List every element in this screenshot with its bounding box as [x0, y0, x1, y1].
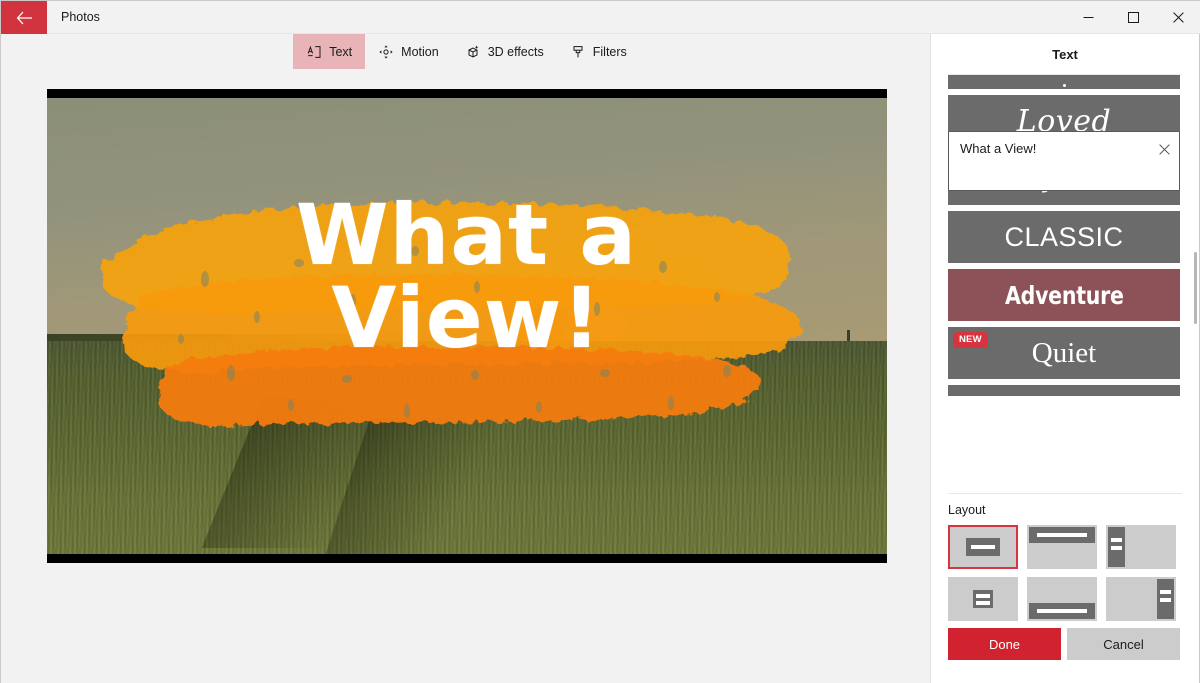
layout-text-bar	[1111, 538, 1122, 542]
layout-option-center[interactable]	[948, 525, 1018, 569]
video-overlay-text: What a View!	[47, 193, 887, 368]
tab-3d-effects-label: 3D effects	[487, 44, 544, 59]
layout-options-grid	[948, 525, 1182, 621]
style-tile-partial-bottom[interactable]	[948, 385, 1180, 396]
title-bar: Photos	[1, 1, 1200, 34]
layout-section-label: Layout	[948, 503, 986, 517]
style-label-adventure: Adventure	[1004, 280, 1124, 310]
layout-text-bar	[971, 545, 995, 549]
panel-action-buttons: Done Cancel	[948, 628, 1180, 660]
tab-filters[interactable]: Filters	[557, 34, 640, 69]
layout-section: Layout	[948, 503, 1182, 621]
preview-stage: What a View!	[1, 69, 932, 564]
minimize-icon	[1083, 17, 1094, 18]
style-label-classic: CLASSIC	[1004, 221, 1124, 252]
tab-motion[interactable]: Motion	[365, 34, 452, 69]
style-tile-quiet[interactable]: NEW Quiet	[948, 327, 1180, 379]
motion-icon	[379, 44, 393, 59]
layout-text-bar	[976, 601, 990, 605]
editor-toolbar: Text Motion 3D effects Filters	[1, 34, 932, 69]
video-preview[interactable]: What a View!	[46, 89, 887, 563]
layout-option-top-bar[interactable]	[1027, 525, 1097, 569]
timeline-area: 0:01 What a View! 0:03	[1, 564, 932, 683]
clear-text-button[interactable]	[1149, 132, 1179, 166]
maximize-button[interactable]	[1111, 1, 1156, 34]
tab-filters-label: Filters	[592, 44, 627, 59]
layout-option-center-split[interactable]	[948, 577, 1018, 621]
text-icon	[307, 45, 321, 58]
maximize-icon	[1128, 12, 1139, 23]
new-badge: NEW	[953, 332, 988, 348]
layout-option-bottom-bar[interactable]	[1027, 577, 1097, 621]
text-entry-box	[948, 131, 1180, 191]
layout-text-bar	[1160, 590, 1171, 594]
layout-text-bar	[1160, 598, 1171, 602]
style-tile-adventure[interactable]: Adventure	[948, 269, 1180, 321]
style-carousel-dot	[948, 84, 1180, 87]
cancel-button[interactable]: Cancel	[1067, 628, 1180, 660]
tab-3d-effects[interactable]: 3D effects	[452, 34, 557, 69]
style-list-scrollbar[interactable]	[1194, 252, 1197, 324]
minimize-button[interactable]	[1066, 1, 1111, 34]
back-button[interactable]	[1, 1, 47, 34]
photos-video-editor-window: Photos Text Motion 3D effects Filters Wh…	[0, 0, 1200, 683]
cube-sparkle-icon	[468, 44, 479, 58]
layout-text-bar	[976, 594, 990, 598]
close-button[interactable]	[1156, 1, 1200, 34]
style-tile-classic[interactable]: CLASSIC	[948, 211, 1180, 263]
close-icon	[1158, 143, 1170, 155]
brush-icon	[573, 45, 583, 57]
done-button[interactable]: Done	[948, 628, 1061, 660]
layout-option-right-bar[interactable]	[1106, 577, 1176, 621]
style-label-quiet: Quiet	[1031, 336, 1097, 369]
back-arrow-icon	[16, 11, 32, 24]
close-icon	[1173, 12, 1184, 23]
style-tile-partial-top[interactable]	[948, 75, 1180, 89]
overlay-text-line2: View!	[331, 269, 602, 368]
dot-indicator	[1062, 84, 1066, 87]
panel-divider-layout	[948, 493, 1182, 494]
tab-motion-label: Motion	[401, 44, 439, 59]
text-input[interactable]	[949, 132, 1149, 156]
layout-text-bar	[1111, 546, 1122, 550]
text-style-list: Loved JOY CLASSIC Adventure NEW Quiet	[948, 75, 1182, 493]
window-controls	[1066, 1, 1200, 33]
layout-text-bar	[1037, 533, 1087, 537]
layout-text-bar	[1037, 609, 1087, 613]
layout-option-left-bar[interactable]	[1106, 525, 1176, 569]
app-title: Photos	[61, 10, 100, 24]
panel-title: Text	[1052, 46, 1078, 62]
tab-text[interactable]: Text	[293, 34, 366, 69]
text-editing-panel: Text Loved JOY CLASSIC Adventure NEW	[930, 34, 1199, 683]
tab-text-label: Text	[329, 44, 353, 59]
layout-block	[973, 590, 993, 608]
